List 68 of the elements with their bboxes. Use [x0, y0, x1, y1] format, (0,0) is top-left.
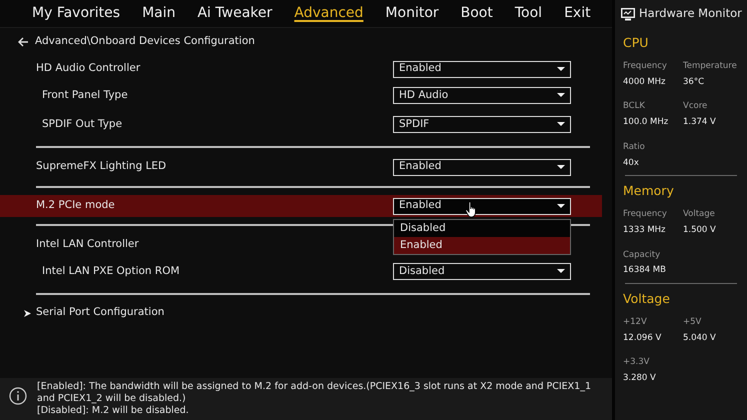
panel-title: Hardware Monitor [639, 5, 742, 22]
stat-value: 12.096 V [623, 332, 662, 344]
submenu-link[interactable]: Serial Port Configuration [0, 302, 612, 324]
stat-value: 100.0 MHz [623, 116, 670, 129]
setting-row[interactable]: Intel LAN Controller [0, 233, 170, 257]
stat-label: Ratio [623, 140, 646, 154]
caret-icon [557, 122, 565, 127]
stat-value: 1.374 V [683, 116, 717, 129]
stat-value: 4000 MHz [623, 76, 667, 88]
menu-tab[interactable]: Tool [514, 3, 542, 24]
setting-label: M.2 PCIe mode [36, 198, 115, 214]
setting-label: HD Audio Controller [36, 61, 140, 76]
dropdown[interactable]: Disabled [393, 263, 571, 280]
stat-label: Vcore [683, 100, 708, 113]
stat-label: +12V [623, 316, 648, 328]
section-title: Memory [622, 182, 675, 200]
menu-tab[interactable]: Ai Tweaker [197, 3, 272, 24]
caret-icon [557, 164, 565, 170]
dropdown[interactable]: SPDIF [393, 116, 571, 133]
menu-tab[interactable]: Advanced [294, 3, 364, 24]
section-title: Voltage [622, 290, 671, 308]
breadcrumb: Advanced\Onboard Devices Configuration [35, 34, 255, 50]
setting-label: Front Panel Type [42, 88, 128, 103]
setting-row[interactable]: Intel LAN PXE Option ROM Disabled [0, 257, 602, 286]
stat-value: 3.280 V [623, 372, 657, 385]
setting-row[interactable]: Front Panel Type HD Audio [0, 81, 602, 110]
menu-tab[interactable]: Monitor [385, 3, 439, 24]
info-icon [9, 387, 27, 405]
stat-value: 5.040 V [683, 332, 717, 344]
menu-tab[interactable]: My Favorites [32, 3, 120, 24]
stat-label: Temperature [683, 60, 738, 72]
dropdown-option[interactable]: Enabled [394, 237, 570, 254]
help-text: [Disabled]: M.2 will be disabled. [37, 405, 190, 417]
stat-label: Voltage [683, 208, 716, 221]
menu-tab[interactable]: Boot [460, 3, 493, 24]
dropdown[interactable]: Enabled [393, 158, 571, 176]
back-arrow-icon[interactable] [18, 37, 29, 47]
caret-icon [557, 269, 565, 274]
stat-label: Capacity [623, 248, 662, 262]
caret-icon [557, 93, 565, 98]
stat-label: +5V [683, 316, 702, 328]
setting-label: Intel LAN Controller [36, 237, 139, 252]
stat-label: BCLK [623, 100, 646, 113]
setting-label: SPDIF Out Type [42, 116, 122, 132]
caret-icon [557, 204, 565, 208]
setting-label: SupremeFX Lighting LED [36, 159, 166, 174]
stat-value: 36°C [683, 76, 706, 88]
setting-row[interactable]: SupremeFX Lighting LED Enabled [0, 155, 602, 179]
dropdown[interactable]: HD Audio [393, 87, 571, 104]
stat-value: 1.500 V [683, 224, 717, 236]
setting-row[interactable]: SPDIF Out Type SPDIF [0, 110, 602, 139]
stat-value: 16384 MB [623, 264, 667, 277]
caret-icon [557, 66, 565, 72]
arrow-icon [24, 310, 31, 316]
stat-value: 40x [623, 156, 640, 170]
help-text: [Enabled]: The bandwidth will be assigned to M.2 for add-on devices.(PCIEX16_3 slot runs at X2 mode and PCIEX1_1 and PCIEX1_2 will be disabled.) [37, 381, 592, 405]
monitor-icon [621, 8, 635, 20]
section-title: CPU [622, 34, 650, 52]
stat-label: Frequency [623, 60, 668, 72]
dropdown[interactable]: Enabled [393, 60, 571, 78]
setting-row[interactable]: HD Audio Controller Enabled [0, 57, 602, 81]
menu-tab[interactable]: Exit [564, 3, 591, 24]
menu-tab[interactable]: Main [142, 3, 176, 24]
stat-value: 1333 MHz [623, 224, 667, 236]
stat-label: Frequency [623, 208, 668, 221]
setting-label: Intel LAN PXE Option ROM [42, 264, 180, 279]
stat-label: +3.3V [623, 356, 650, 369]
dropdown[interactable]: Enabled [393, 198, 571, 214]
